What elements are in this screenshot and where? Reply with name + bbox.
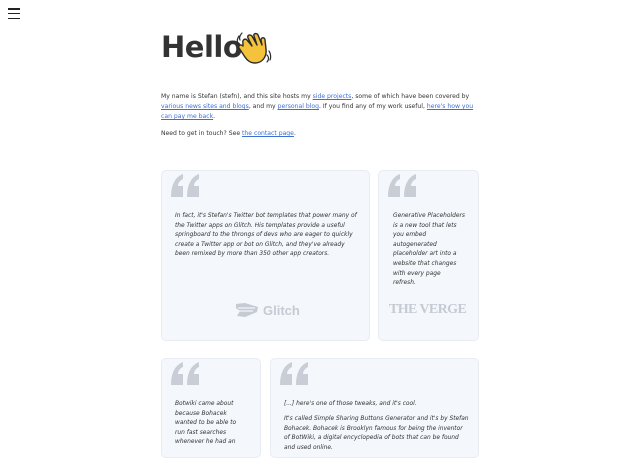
testimonial-quote: It's called Simple Sharing Buttons Gener… bbox=[284, 416, 469, 451]
testimonial-card-botwiki: Botwiki came about because Bohacek wante… bbox=[161, 358, 261, 458]
contact-text: . bbox=[293, 130, 296, 137]
hamburger-menu-icon[interactable] bbox=[8, 8, 20, 20]
menu-line bbox=[8, 8, 20, 10]
testimonial-quote: In fact, it's Stefan's Twitter bot templ… bbox=[175, 213, 357, 258]
menu-line bbox=[8, 12, 20, 15]
quote-mark-icon bbox=[171, 362, 199, 385]
testimonial-quote: Botwiki came about because Bohacek wante… bbox=[175, 401, 237, 446]
intro-text: , and my bbox=[248, 102, 278, 110]
intro-text: My name is Stefan (stefn), and this site… bbox=[161, 93, 313, 100]
news-coverage-link[interactable]: various news sites and blogs bbox=[161, 103, 249, 110]
contact-paragraph: Need to get in touch? See the contact pa… bbox=[161, 129, 479, 138]
quote-mark-icon bbox=[280, 362, 308, 385]
personal-blog-link[interactable]: personal blog bbox=[278, 103, 319, 110]
waving-hand-icon bbox=[236, 32, 272, 64]
glitch-logo: Glitch bbox=[235, 301, 301, 319]
intro-paragraph: My name is Stefan (stefn), and this site… bbox=[161, 92, 479, 122]
quote-mark-icon bbox=[171, 174, 199, 197]
testimonial-card-verge: Generative Placeholders is a new tool th… bbox=[378, 170, 479, 341]
page-title: Hello bbox=[161, 30, 243, 64]
contact-page-link[interactable]: the contact page bbox=[242, 130, 294, 137]
testimonial-quote: [...] here's one of those tweaks, and it… bbox=[284, 401, 417, 407]
intro-text: . If you find any of my work useful, bbox=[319, 102, 427, 110]
intro-text: . bbox=[213, 112, 216, 120]
side-projects-link[interactable]: side projects bbox=[313, 93, 352, 100]
quote-mark-icon bbox=[388, 174, 416, 197]
glitch-fish-icon bbox=[236, 303, 258, 317]
testimonial-card-glitch: In fact, it's Stefan's Twitter bot templ… bbox=[161, 170, 370, 341]
intro-text: , some of which have been covered by bbox=[351, 93, 470, 100]
the-verge-logo: THE VERGE bbox=[389, 302, 467, 317]
contact-text: Need to get in touch? See bbox=[161, 130, 243, 137]
testimonial-quote: Generative Placeholders is a new tool th… bbox=[393, 213, 465, 287]
testimonial-card-sharing-buttons: [...] here's one of those tweaks, and it… bbox=[270, 358, 479, 458]
menu-line bbox=[8, 17, 20, 20]
glitch-logo-text: Glitch bbox=[263, 302, 300, 318]
